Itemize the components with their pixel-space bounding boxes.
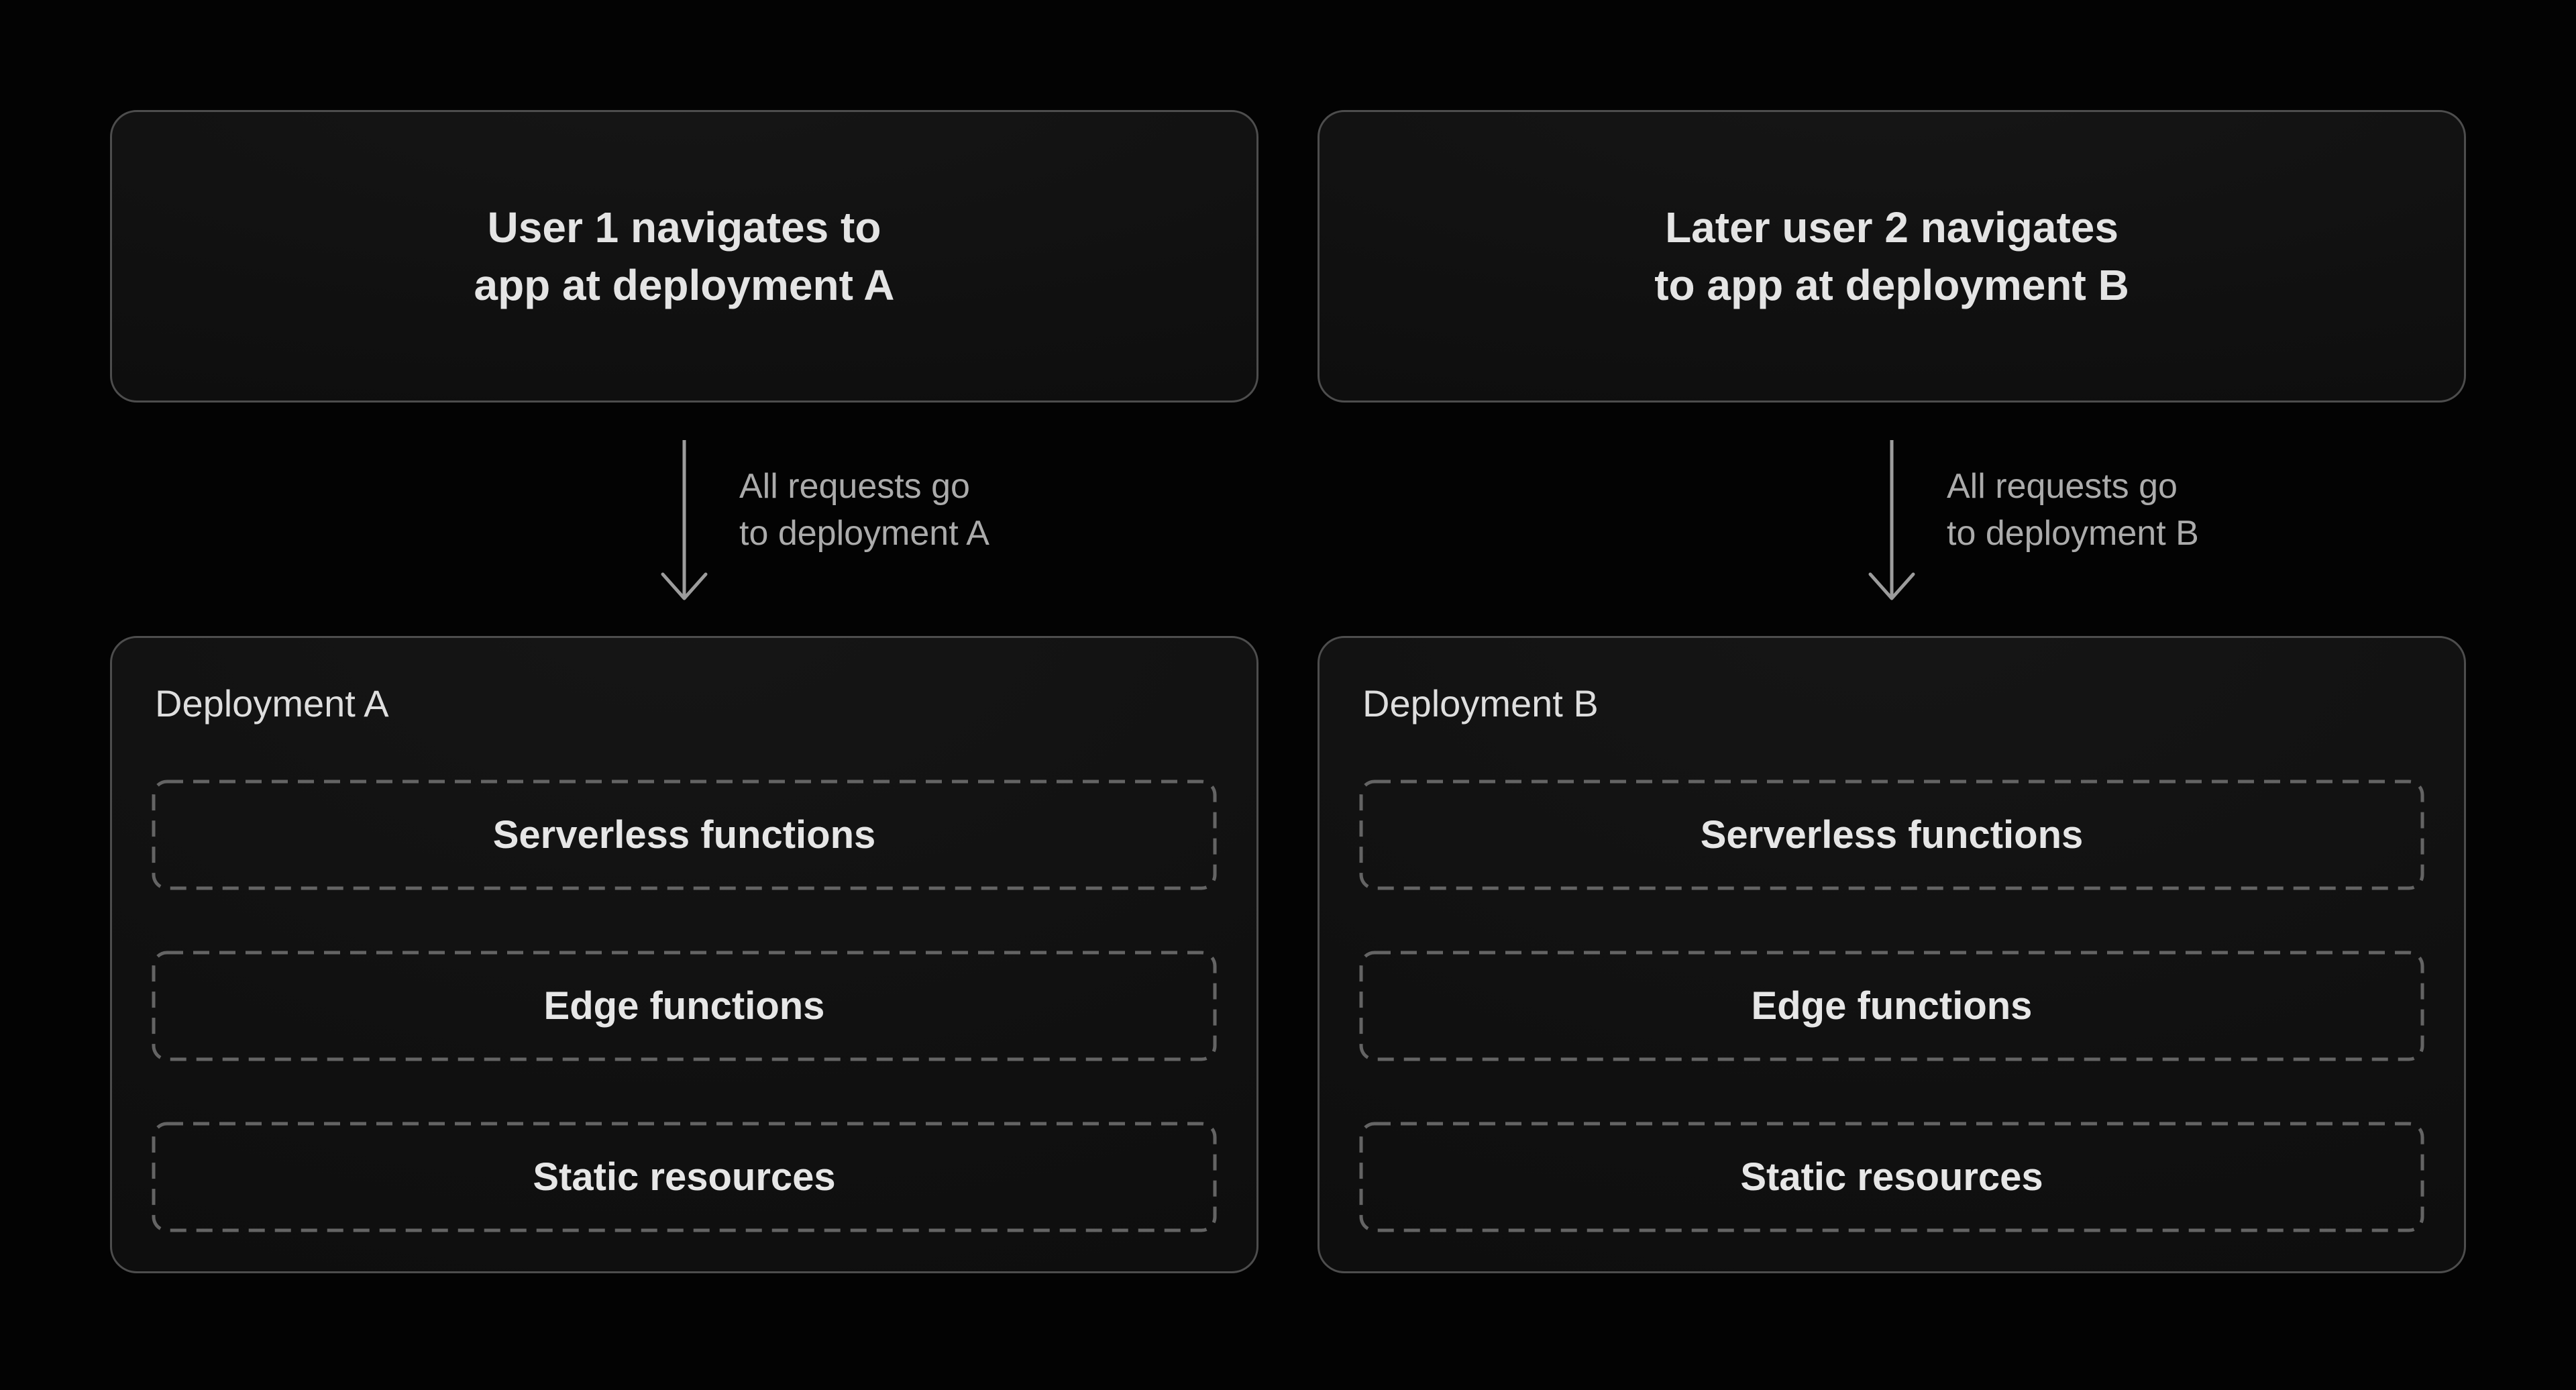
deployment-title-b: Deployment B	[1362, 680, 1599, 728]
layer-label: Static resources	[1740, 1155, 2043, 1199]
user-navigation-box-a: User 1 navigates to app at deployment A	[110, 110, 1258, 403]
arrow-label-a: All requests go to deployment A	[739, 463, 989, 557]
deployment-title-a: Deployment A	[155, 680, 389, 728]
arrow-label-b: All requests go to deployment B	[1947, 463, 2199, 557]
deployment-flow-diagram: User 1 navigates to app at deployment A …	[0, 0, 2576, 1390]
flow-column-b: Later user 2 navigates to app at deploym…	[1318, 0, 2466, 1390]
layer-label: Serverless functions	[1701, 812, 2084, 857]
layer-edge-functions: Edge functions	[151, 950, 1218, 1062]
layer-serverless-functions: Serverless functions	[151, 779, 1218, 891]
down-arrow-icon	[1845, 437, 1939, 605]
deployment-box-b: Deployment B Serverless functions Edge f…	[1318, 636, 2466, 1273]
layer-label: Edge functions	[544, 983, 825, 1028]
deployment-box-a: Deployment A Serverless functions Edge f…	[110, 636, 1258, 1273]
flow-column-a: User 1 navigates to app at deployment A …	[110, 0, 1258, 1390]
layer-edge-functions: Edge functions	[1358, 950, 2425, 1062]
layer-static-resources: Static resources	[151, 1121, 1218, 1233]
layer-static-resources: Static resources	[1358, 1121, 2425, 1233]
layer-label: Static resources	[533, 1155, 835, 1199]
layer-label: Serverless functions	[493, 812, 876, 857]
user-navigation-text-a: User 1 navigates to app at deployment A	[474, 199, 894, 314]
user-navigation-text-b: Later user 2 navigates to app at deploym…	[1654, 199, 2129, 314]
user-navigation-box-b: Later user 2 navigates to app at deploym…	[1318, 110, 2466, 403]
down-arrow-icon	[637, 437, 731, 605]
layer-serverless-functions: Serverless functions	[1358, 779, 2425, 891]
layer-label: Edge functions	[1752, 983, 2033, 1028]
